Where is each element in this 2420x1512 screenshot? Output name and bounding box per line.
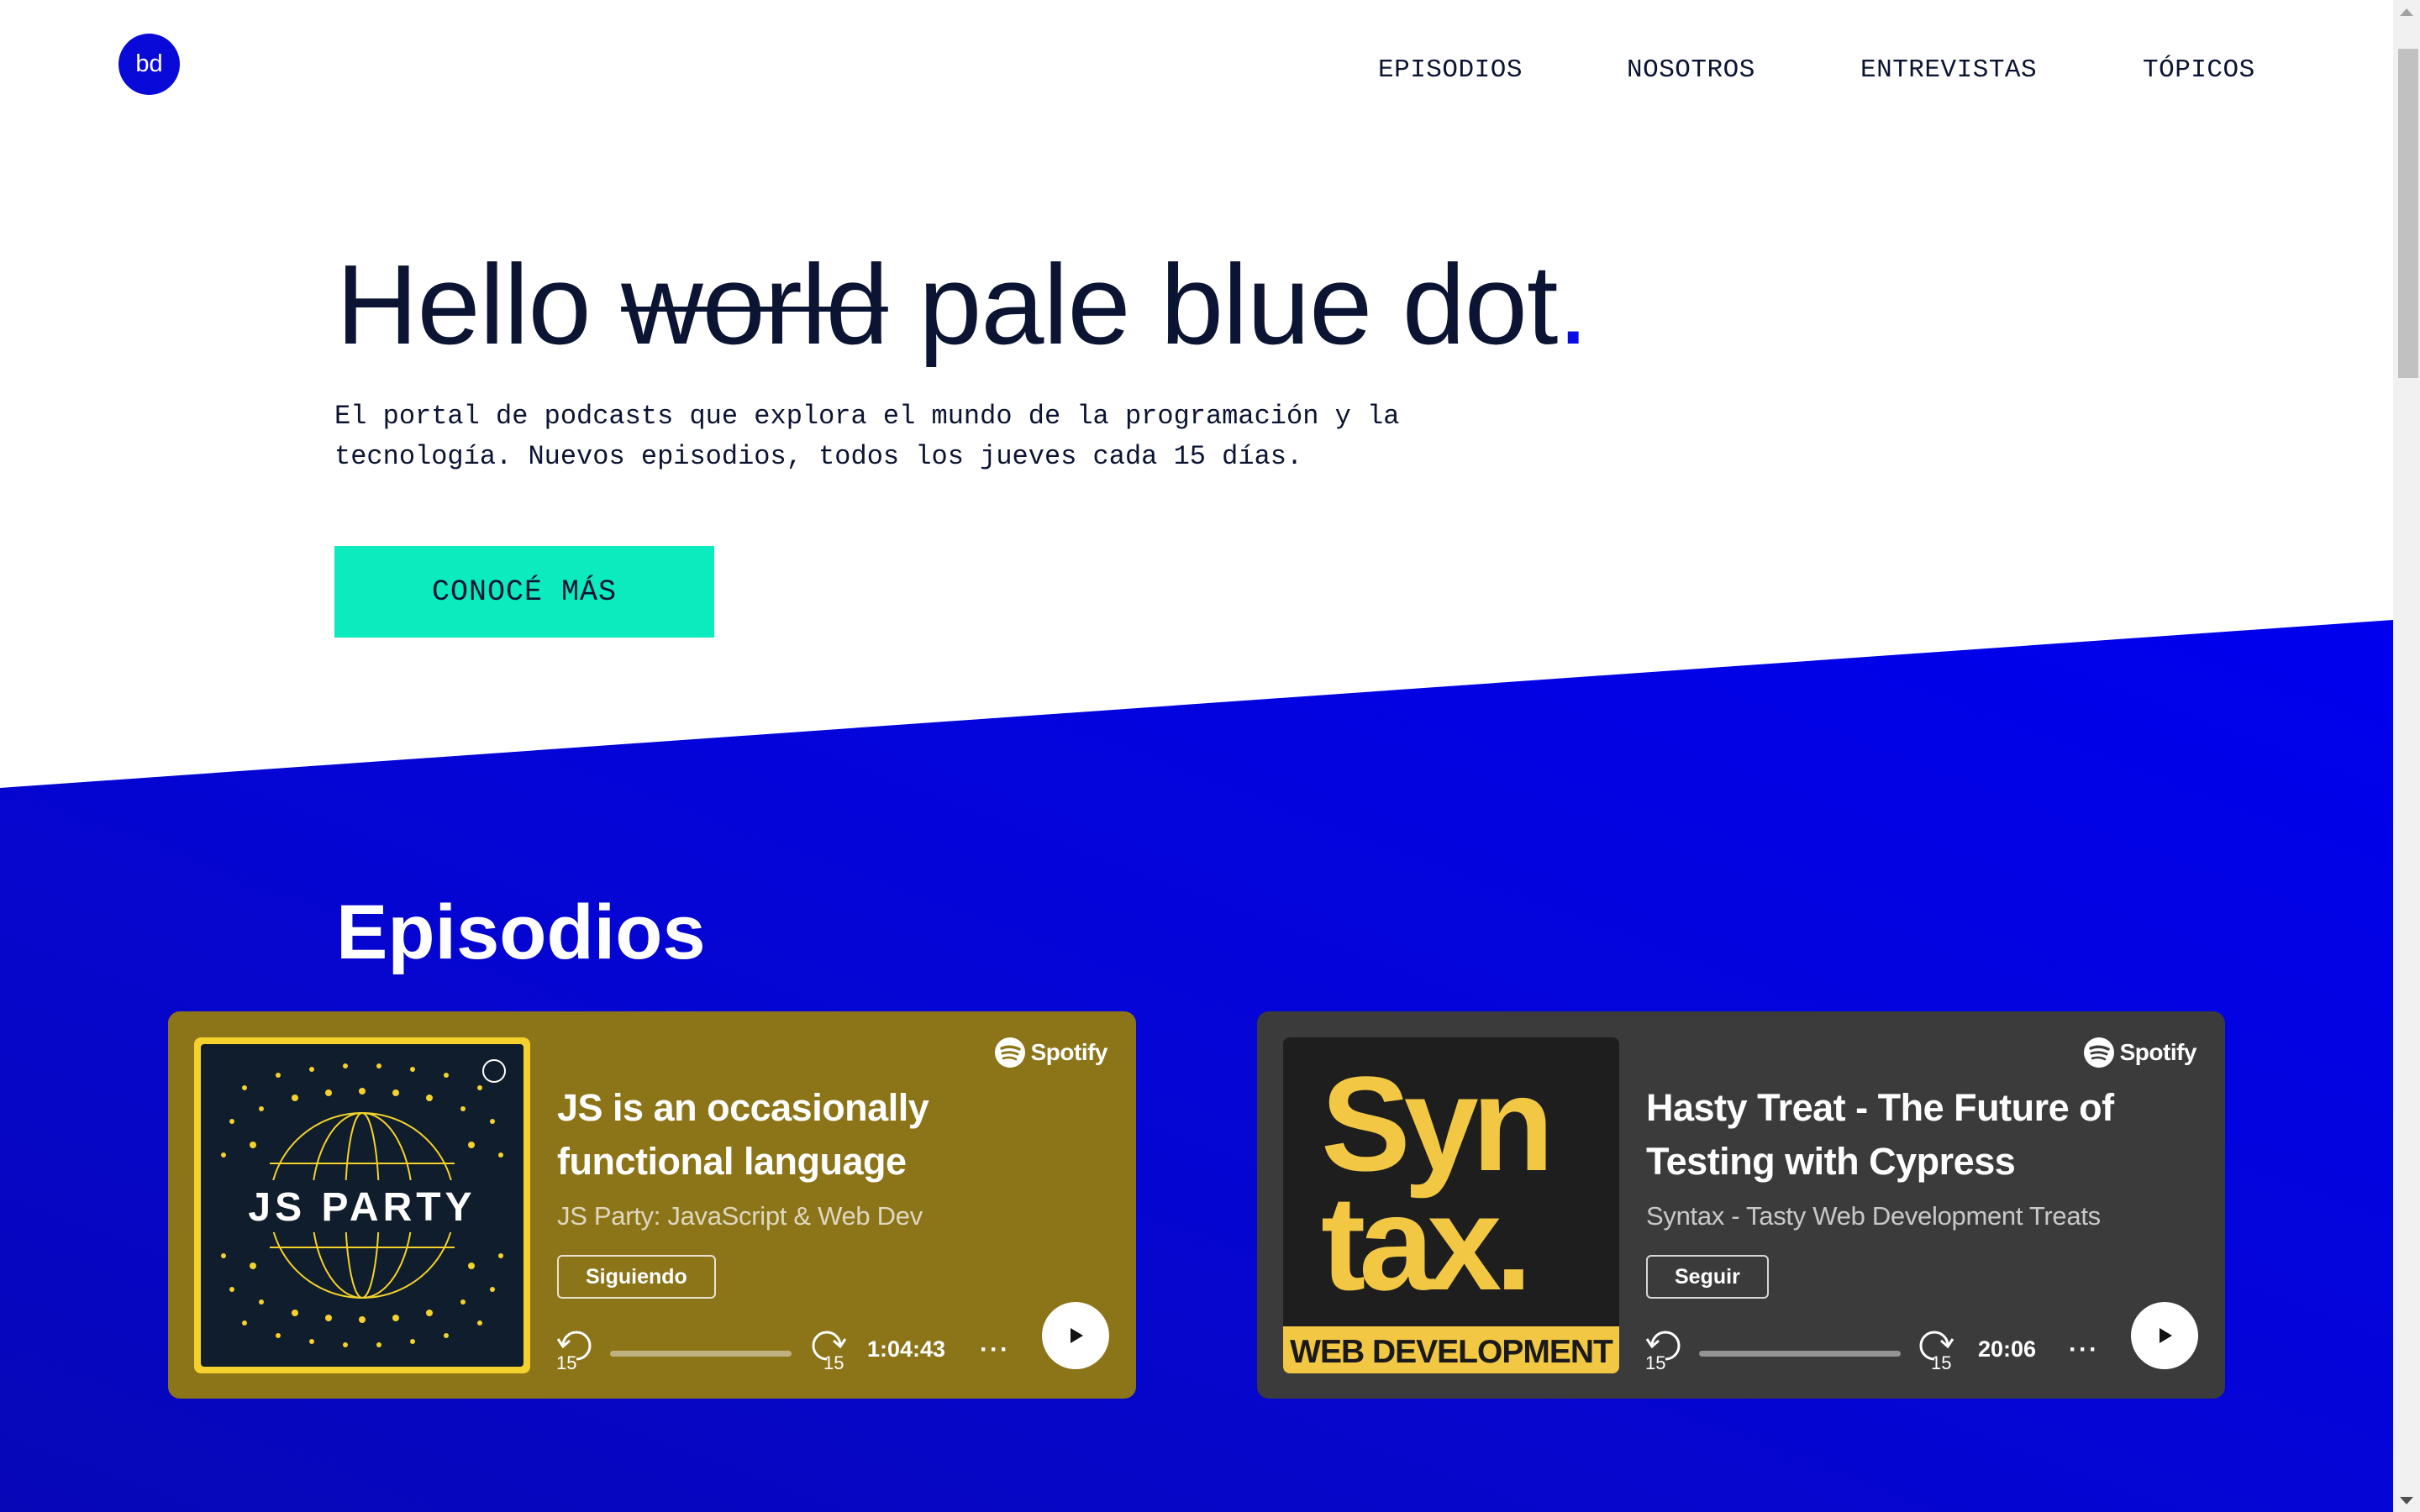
hero-title-start: Hello [336, 241, 622, 368]
progress-bar[interactable] [610, 1351, 792, 1357]
spotify-episode-embed[interactable]: Syn tax. WEB DEVELOPMENT Spotify Hasty T… [1257, 1011, 2225, 1399]
page-viewport: bd EPISODIOS NOSOTROS ENTREVISTAS TÓPICO… [0, 0, 2393, 1512]
spotify-brand-label: Spotify [1030, 1039, 1108, 1065]
show-name[interactable]: JS Party: JavaScript & Web Dev [557, 1201, 923, 1231]
skip-forward-15-icon[interactable]: 15 [805, 1327, 849, 1371]
cover-text: JS PARTY [248, 1185, 476, 1230]
skip-back-15-icon[interactable]: 15 [1644, 1327, 1687, 1371]
nav-entrevistas[interactable]: ENTREVISTAS [1860, 55, 2037, 85]
scroll-up-icon[interactable] [2400, 8, 2413, 16]
play-button[interactable] [2131, 1302, 2198, 1369]
podcast-cover-js-party: JS PARTY [194, 1037, 530, 1373]
logo-text: bd [135, 50, 163, 77]
spotify-episode-embed[interactable]: JS PARTY Spotify JS is an occasionally f… [168, 1011, 1136, 1399]
cover-banner: WEB DEVELOPMENT [1290, 1334, 1613, 1370]
spotify-logo[interactable]: Spotify [2083, 1037, 2197, 1068]
follow-button[interactable]: Seguir [1646, 1255, 1769, 1299]
spotify-logo[interactable]: Spotify [994, 1037, 1108, 1068]
scroll-down-icon[interactable] [2400, 1497, 2413, 1504]
hero-description: El portal de podcasts que explora el mun… [334, 401, 1400, 472]
progress-bar[interactable] [1699, 1351, 1901, 1357]
spotify-icon [2083, 1037, 2114, 1068]
show-name[interactable]: Syntax - Tasty Web Development Treats [1646, 1201, 2101, 1231]
play-icon [2160, 1328, 2172, 1343]
vertical-scrollbar[interactable] [2393, 0, 2420, 1512]
more-options-icon[interactable]: ··· [2069, 1336, 2099, 1364]
follow-button[interactable]: Siguiendo [557, 1255, 716, 1299]
js-party-artwork: JS PARTY [201, 1044, 523, 1367]
hero-title-dot: . [1557, 241, 1589, 368]
hero-title-struck-word: world [621, 241, 889, 368]
hero-title-end: pale blue dot [887, 241, 1558, 368]
svg-text:15: 15 [1645, 1352, 1665, 1371]
episodes-section-title: Episodios [336, 890, 706, 975]
episode-duration: 20:06 [1978, 1336, 2037, 1362]
skip-forward-15-icon[interactable]: 15 [1912, 1327, 1956, 1371]
hero-title: Hello world pale blue dot. [336, 239, 1589, 370]
play-icon [1071, 1328, 1083, 1343]
play-button[interactable] [1042, 1302, 1109, 1369]
episode-title[interactable]: JS is an occasionally functional languag… [557, 1081, 1095, 1189]
syntax-artwork: Syn tax. WEB DEVELOPMENT [1283, 1037, 1619, 1373]
spotify-brand-label: Spotify [2119, 1039, 2197, 1065]
cover-text-2: tax. [1321, 1168, 1526, 1318]
svg-text:15: 15 [556, 1352, 576, 1371]
nav-nosotros[interactable]: NOSOTROS [1627, 55, 1755, 85]
conoce-mas-button[interactable]: CONOCÉ MÁS [334, 546, 714, 638]
skip-back-15-icon[interactable]: 15 [555, 1327, 598, 1371]
site-logo[interactable]: bd [118, 34, 180, 95]
nav-episodios[interactable]: EPISODIOS [1378, 55, 1523, 85]
svg-text:15: 15 [823, 1352, 844, 1371]
nav-topicos[interactable]: TÓPICOS [2143, 55, 2255, 85]
svg-text:15: 15 [1931, 1352, 1951, 1371]
episode-title[interactable]: Hasty Treat - The Future of Testing with… [1646, 1081, 2184, 1189]
scrollbar-thumb[interactable] [2398, 49, 2418, 378]
podcast-cover-syntax: Syn tax. WEB DEVELOPMENT [1283, 1037, 1619, 1373]
spotify-icon [994, 1037, 1025, 1068]
episode-duration: 1:04:43 [867, 1336, 946, 1362]
more-options-icon[interactable]: ··· [980, 1336, 1010, 1364]
